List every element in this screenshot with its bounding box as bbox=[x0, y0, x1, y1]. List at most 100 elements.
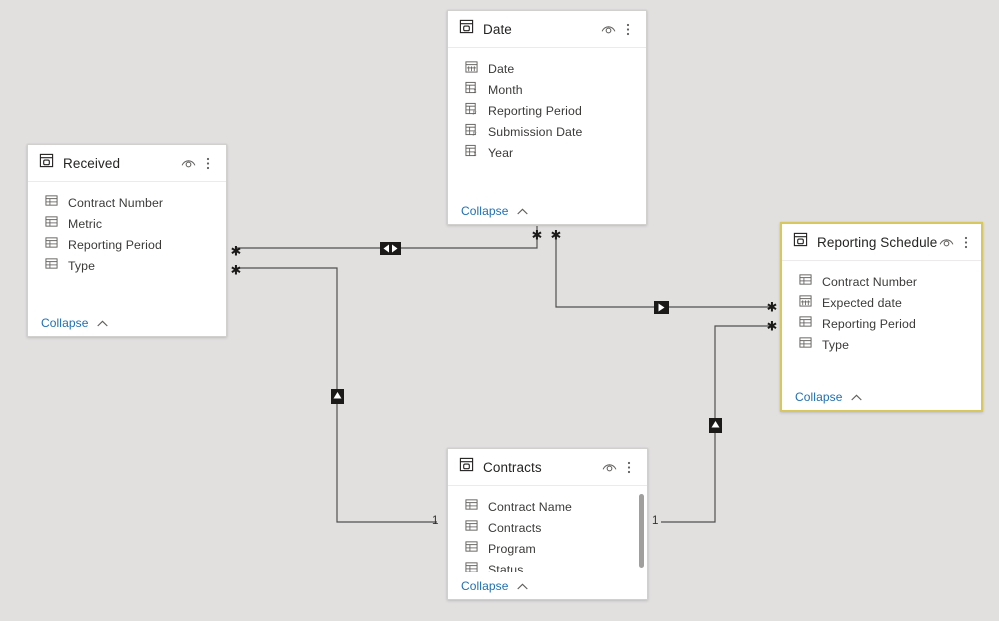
table-name: Reporting Schedule bbox=[817, 234, 938, 250]
table-fields-list[interactable]: Contract Name Contracts Program Status bbox=[448, 486, 647, 572]
table-card-header[interactable]: Contracts bbox=[448, 449, 647, 486]
field-row[interactable]: Contract Number bbox=[28, 192, 226, 213]
relationship-received-contracts[interactable]: ✱ bbox=[231, 262, 437, 523]
field-row[interactable]: Metric bbox=[28, 213, 226, 234]
calculated-column-icon: fx bbox=[465, 123, 478, 141]
table-card-date[interactable]: Date Date Σ Month fx Reporting Period fx… bbox=[447, 10, 647, 225]
table-card-reporting-schedule[interactable]: Reporting Schedule Contract Number Expec… bbox=[780, 222, 983, 412]
field-row[interactable]: Type bbox=[28, 255, 226, 276]
table-card-footer: Collapse bbox=[782, 383, 981, 410]
chevron-up-icon bbox=[851, 390, 862, 404]
collapse-button[interactable]: Collapse bbox=[461, 204, 528, 218]
collapse-button[interactable]: Collapse bbox=[461, 579, 528, 593]
svg-text:fx: fx bbox=[473, 109, 477, 115]
field-name: Program bbox=[488, 541, 536, 556]
table-card-footer: Collapse bbox=[28, 309, 226, 336]
svg-text:fx: fx bbox=[473, 130, 477, 136]
calculated-column-icon: fx bbox=[465, 102, 478, 120]
vertical-scrollbar[interactable] bbox=[639, 494, 644, 568]
field-row[interactable]: Expected date bbox=[782, 292, 981, 313]
calendar-icon bbox=[465, 60, 478, 78]
svg-text:✱: ✱ bbox=[767, 318, 778, 333]
table-fields-list: Contract Number Expected date Reporting … bbox=[782, 261, 981, 383]
svg-text:✱: ✱ bbox=[231, 262, 242, 277]
eye-icon[interactable] bbox=[600, 457, 618, 477]
calendar-icon bbox=[799, 294, 812, 312]
table-icon bbox=[39, 153, 54, 173]
relationship-date-reporting-schedule[interactable]: ✱ ✱ bbox=[551, 227, 778, 314]
table-card-received[interactable]: Received Contract Number Metric Reportin… bbox=[27, 144, 227, 337]
table-column-icon bbox=[799, 336, 812, 354]
eye-icon[interactable] bbox=[599, 19, 617, 39]
table-icon bbox=[793, 232, 808, 252]
svg-text:✱: ✱ bbox=[767, 299, 778, 314]
field-row[interactable]: fx Reporting Period bbox=[448, 100, 646, 121]
field-name: Year bbox=[488, 145, 514, 160]
more-options-icon[interactable] bbox=[620, 457, 638, 477]
table-fields-list: Contract Number Metric Reporting Period … bbox=[28, 182, 226, 309]
table-card-footer: Collapse bbox=[448, 572, 647, 599]
svg-text:✱: ✱ bbox=[551, 227, 562, 242]
relationship-received-date[interactable]: ✱ ✱ bbox=[231, 226, 543, 258]
field-name: Expected date bbox=[822, 295, 902, 310]
scrollbar-thumb[interactable] bbox=[639, 494, 644, 568]
more-options-icon[interactable] bbox=[619, 19, 637, 39]
more-options-icon[interactable] bbox=[199, 153, 217, 173]
field-row[interactable]: Contracts bbox=[448, 517, 647, 538]
summarized-table-icon: Σ bbox=[465, 81, 478, 99]
field-name: Reporting Period bbox=[68, 237, 162, 252]
field-row[interactable]: Σ Month bbox=[448, 79, 646, 100]
table-column-icon bbox=[45, 257, 58, 275]
table-name: Contracts bbox=[483, 459, 542, 475]
field-name: Metric bbox=[68, 216, 103, 231]
svg-text:✱: ✱ bbox=[231, 243, 242, 258]
table-icon bbox=[459, 457, 474, 477]
field-row[interactable]: Contract Number bbox=[782, 271, 981, 292]
field-name: Contract Number bbox=[822, 274, 918, 289]
cardinality-label-contracts-right: 1 bbox=[652, 515, 659, 527]
field-row[interactable]: Status bbox=[448, 559, 647, 572]
collapse-button[interactable]: Collapse bbox=[41, 316, 108, 330]
svg-text:✱: ✱ bbox=[532, 227, 543, 242]
field-name: Contracts bbox=[488, 520, 542, 535]
field-name: Contract Name bbox=[488, 499, 572, 514]
chevron-up-icon bbox=[517, 579, 528, 593]
table-column-icon bbox=[465, 561, 478, 572]
table-card-footer: Collapse bbox=[448, 197, 646, 224]
model-diagram-canvas[interactable]: .ln { stroke:#505050; stroke-width:1.2; … bbox=[0, 0, 999, 621]
table-column-icon bbox=[465, 519, 478, 537]
table-column-icon bbox=[45, 236, 58, 254]
field-name: Reporting Period bbox=[488, 103, 582, 118]
table-column-icon bbox=[465, 498, 478, 516]
table-column-icon bbox=[799, 315, 812, 333]
table-card-header[interactable]: Date bbox=[448, 11, 646, 48]
table-name: Received bbox=[63, 155, 121, 171]
table-card-header[interactable]: Reporting Schedule bbox=[782, 224, 981, 261]
cardinality-label-contracts-left: 1 bbox=[432, 515, 439, 527]
more-options-icon[interactable] bbox=[957, 232, 975, 252]
field-name: Type bbox=[822, 337, 850, 352]
field-row[interactable]: Σ Year bbox=[448, 142, 646, 163]
table-card-contracts[interactable]: Contracts Contract Name Contracts Progra… bbox=[447, 448, 648, 600]
field-name: Contract Number bbox=[68, 195, 164, 210]
field-name: Month bbox=[488, 82, 523, 97]
table-card-header[interactable]: Received bbox=[28, 145, 226, 182]
eye-icon[interactable] bbox=[937, 232, 955, 252]
field-row[interactable]: Reporting Period bbox=[782, 313, 981, 334]
field-name: Type bbox=[68, 258, 96, 273]
svg-text:Σ: Σ bbox=[474, 88, 477, 93]
table-name: Date bbox=[483, 21, 512, 37]
field-row[interactable]: Program bbox=[448, 538, 647, 559]
field-name: Date bbox=[488, 61, 515, 76]
field-row[interactable]: fx Submission Date bbox=[448, 121, 646, 142]
relationship-contracts-reporting-schedule[interactable]: ✱ bbox=[661, 318, 778, 523]
collapse-button[interactable]: Collapse bbox=[795, 390, 862, 404]
table-column-icon bbox=[465, 540, 478, 558]
table-icon bbox=[459, 19, 474, 39]
field-row[interactable]: Contract Name bbox=[448, 496, 647, 517]
eye-icon[interactable] bbox=[179, 153, 197, 173]
field-row[interactable]: Type bbox=[782, 334, 981, 355]
summarized-table-icon: Σ bbox=[465, 144, 478, 162]
field-row[interactable]: Date bbox=[448, 58, 646, 79]
field-row[interactable]: Reporting Period bbox=[28, 234, 226, 255]
